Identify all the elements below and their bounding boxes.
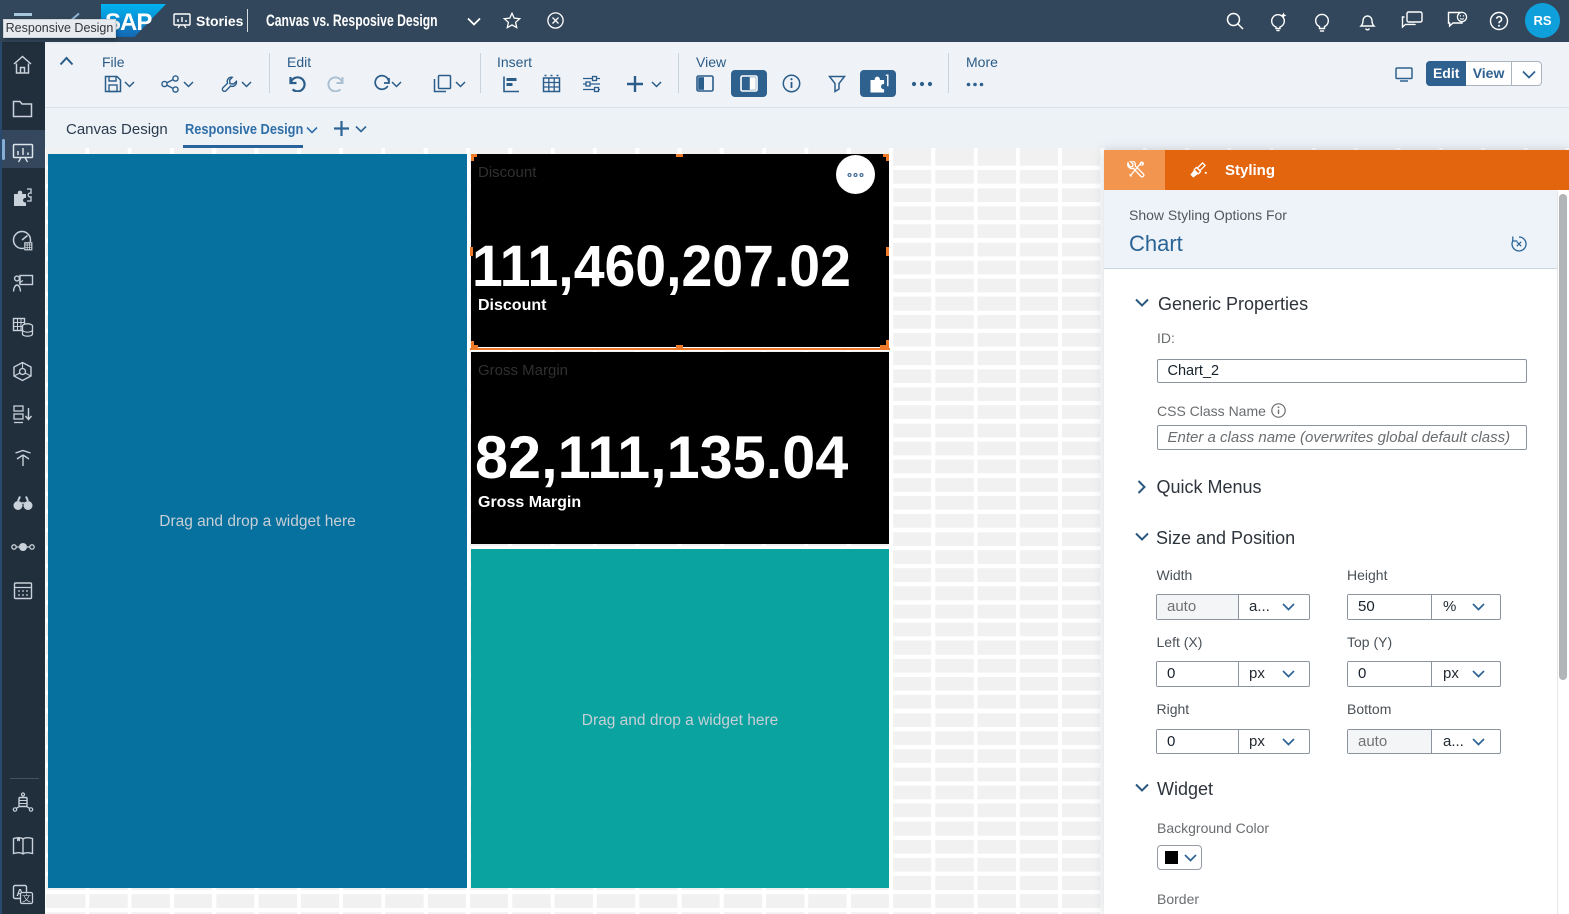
svg-text:文: 文 [22,893,31,904]
